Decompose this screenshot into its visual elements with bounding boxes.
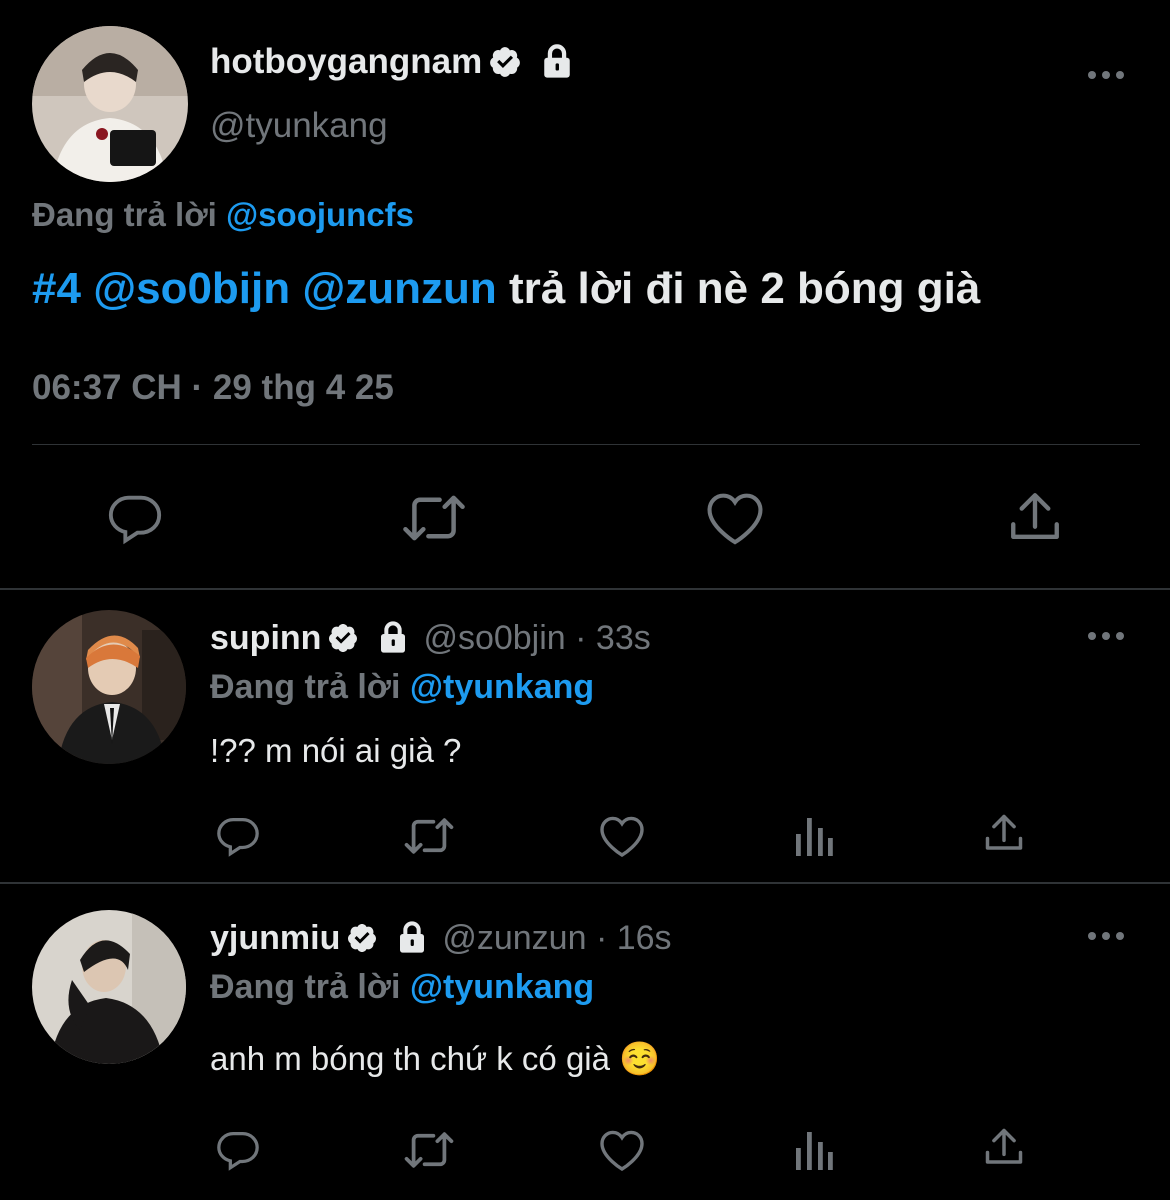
reply-to-link[interactable]: @soojuncfs [226, 196, 414, 233]
reply-to-link[interactable]: @tyunkang [410, 968, 594, 1006]
lock-icon [396, 920, 428, 956]
display-name[interactable]: supinn [210, 619, 321, 658]
like-icon[interactable] [598, 814, 646, 858]
reply-to-link[interactable]: @tyunkang [410, 668, 594, 706]
share-icon[interactable] [982, 810, 1026, 856]
reply-icon[interactable] [214, 1126, 262, 1172]
replying-to: Đang trả lời @tyunkang [210, 968, 594, 1007]
share-icon[interactable] [1006, 488, 1064, 546]
lock-icon [540, 43, 574, 81]
avatar[interactable] [32, 610, 186, 764]
handle-time[interactable]: @so0bjin · 33s [423, 619, 650, 658]
like-icon[interactable] [598, 1128, 646, 1172]
reply-prefix: Đang trả lời [210, 968, 401, 1006]
hashtag-link[interactable]: #4 [32, 264, 81, 313]
retweet-icon[interactable] [402, 814, 456, 858]
more-icon[interactable] [1086, 630, 1126, 642]
avatar[interactable] [32, 26, 188, 182]
divider [0, 588, 1170, 590]
mention-link[interactable]: @zunzun [302, 264, 496, 313]
reply-icon[interactable] [104, 488, 166, 546]
analytics-icon[interactable] [794, 1128, 834, 1172]
display-name[interactable]: yjunmiu [210, 919, 340, 958]
tweet-text: #4 @so0bijn @zunzun trả lời đi nè 2 bóng… [32, 264, 980, 314]
verified-icon [488, 45, 522, 79]
replying-to: Đang trả lời @tyunkang [210, 668, 594, 707]
more-icon[interactable] [1086, 930, 1126, 942]
mention-link[interactable]: @so0bijn [93, 264, 290, 313]
reply-icon[interactable] [214, 812, 262, 858]
like-icon[interactable] [704, 490, 766, 546]
retweet-icon[interactable] [402, 1128, 456, 1172]
timestamp[interactable]: 06:37 CH · 29 thg 4 25 [32, 368, 394, 408]
reply-prefix: Đang trả lời [210, 668, 401, 706]
analytics-icon[interactable] [794, 814, 834, 858]
lock-icon [377, 620, 409, 656]
share-icon[interactable] [982, 1124, 1026, 1170]
more-icon[interactable] [1086, 69, 1126, 81]
divider [32, 444, 1140, 445]
handle[interactable]: @tyunkang [210, 106, 388, 146]
handle-time[interactable]: @zunzun · 16s [442, 919, 671, 958]
verified-icon [327, 622, 359, 654]
divider [0, 882, 1170, 884]
avatar[interactable] [32, 910, 186, 1064]
tweet-body: !?? m nói ai già ? [210, 732, 462, 769]
retweet-icon[interactable] [400, 490, 468, 546]
display-name[interactable]: hotboygangnam [210, 42, 482, 82]
tweet-body: anh m bóng th chứ k có già ☺️ [210, 1040, 661, 1077]
verified-icon [346, 922, 378, 954]
reply-prefix: Đang trả lời [32, 196, 217, 233]
tweet-body: trả lời đi nè 2 bóng già [509, 264, 981, 313]
replying-to: Đang trả lời @soojuncfs [32, 196, 414, 234]
